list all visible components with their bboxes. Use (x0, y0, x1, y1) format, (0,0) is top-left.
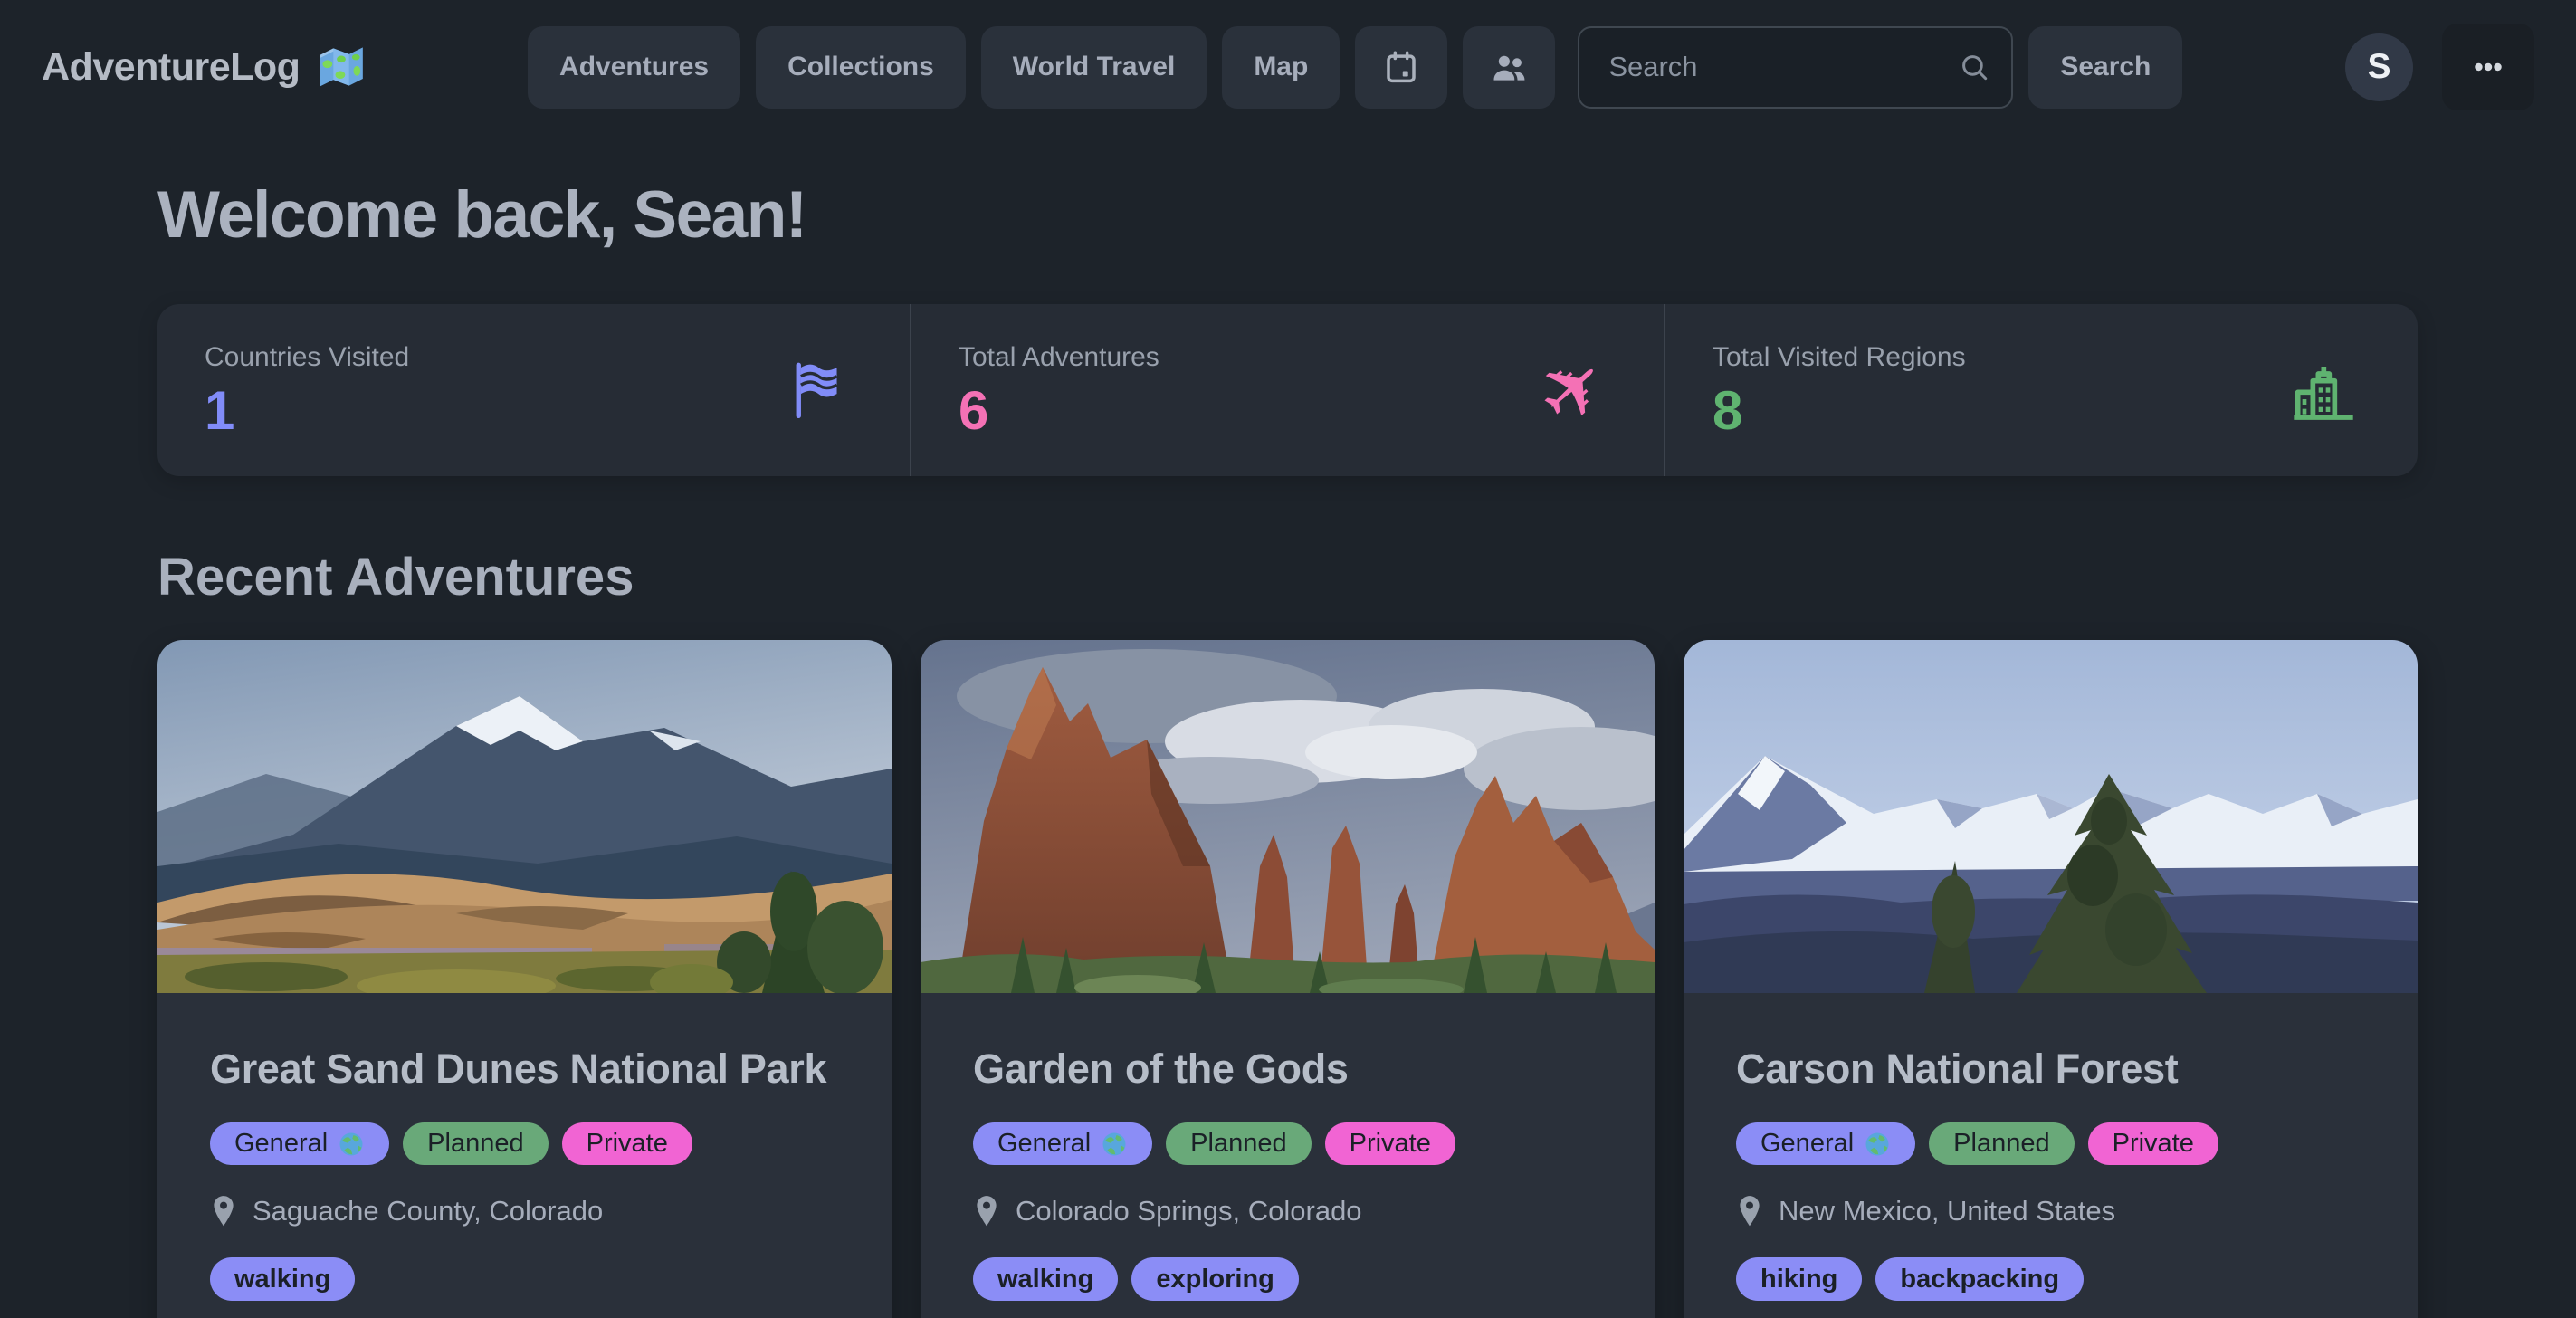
main-content: Welcome back, Sean! Countries Visited 1 … (157, 177, 2418, 1318)
location-pin-icon (1736, 1194, 1763, 1228)
tag-row: walking exploring (973, 1257, 1602, 1301)
activity-tag: walking (210, 1257, 355, 1301)
stat-value: 1 (205, 384, 409, 438)
calendar-button[interactable] (1355, 26, 1447, 109)
adventure-card[interactable]: Great Sand Dunes National Park General (157, 640, 892, 1318)
red-rock-spires-photo (921, 640, 1655, 993)
brand-name: AdventureLog (42, 45, 300, 90)
avatar[interactable]: S (2345, 33, 2413, 101)
location-row: New Mexico, United States (1736, 1194, 2365, 1228)
badge-row: General Planned Private (1736, 1122, 2365, 1165)
category-badge: General (1736, 1122, 1915, 1165)
sand-dunes-photo (157, 640, 892, 993)
stat-value: 8 (1713, 384, 1966, 438)
category-badge: General (210, 1122, 389, 1165)
visibility-badge: Private (562, 1122, 692, 1165)
status-badge: Planned (1929, 1122, 2074, 1165)
location-row: Colorado Springs, Colorado (973, 1194, 1602, 1228)
status-badge: Planned (403, 1122, 548, 1165)
brand[interactable]: AdventureLog (42, 45, 365, 90)
stat-total-adventures: Total Adventures 6 ✈ (910, 304, 1664, 476)
ellipsis-icon (2467, 46, 2509, 88)
card-body: Carson National Forest General (1684, 993, 2418, 1318)
visibility-badge: Private (1325, 1122, 1455, 1165)
stat-total-visited-regions: Total Visited Regions 8 (1664, 304, 2418, 476)
calendar-icon (1382, 48, 1420, 86)
badge-row: General Planned Private (210, 1122, 839, 1165)
search-box (1578, 26, 2013, 109)
flag-icon (783, 356, 852, 425)
activity-tag: hiking (1736, 1257, 1862, 1301)
welcome-heading: Welcome back, Sean! (157, 177, 2418, 253)
location-text: New Mexico, United States (1779, 1195, 2115, 1227)
globe-icon (1864, 1131, 1891, 1158)
location-text: Saguache County, Colorado (253, 1195, 603, 1227)
snowy-mountains-forest-photo (1684, 640, 2418, 993)
stats-panel: Countries Visited 1 Total Adventures 6 ✈ (157, 304, 2418, 476)
city-icon (2287, 354, 2360, 426)
recent-adventures-heading: Recent Adventures (157, 547, 2418, 607)
visibility-badge: Private (2088, 1122, 2218, 1165)
stat-title: Total Adventures (959, 342, 1159, 373)
users-button[interactable] (1463, 26, 1555, 109)
map-logo-icon (318, 45, 365, 89)
stat-title: Total Visited Regions (1713, 342, 1966, 373)
search-icon (1957, 50, 1991, 89)
adventure-title: Great Sand Dunes National Park (210, 1040, 839, 1097)
nav-cluster: Adventures Collections World Travel Map (528, 26, 2182, 109)
airplane-icon: ✈ (1541, 351, 1606, 429)
overflow-menu-button[interactable] (2442, 24, 2534, 110)
location-pin-icon (210, 1194, 237, 1228)
top-navbar: AdventureLog Adventures Collections Worl… (0, 0, 2576, 134)
nav-adventures-button[interactable]: Adventures (528, 26, 740, 109)
search-button[interactable]: Search (2028, 26, 2182, 109)
globe-icon (338, 1131, 365, 1158)
activity-tag: exploring (1131, 1257, 1299, 1301)
activity-tag: walking (973, 1257, 1118, 1301)
status-badge: Planned (1166, 1122, 1311, 1165)
tag-row: hiking backpacking (1736, 1257, 2365, 1301)
search-input[interactable] (1578, 26, 2013, 109)
adventure-cards: Great Sand Dunes National Park General (157, 640, 2418, 1318)
nav-map-button[interactable]: Map (1222, 26, 1340, 109)
adventure-card[interactable]: Garden of the Gods General (921, 640, 1655, 1318)
adventure-card[interactable]: Carson National Forest General (1684, 640, 2418, 1318)
adventure-title: Garden of the Gods (973, 1040, 1602, 1097)
category-badge: General (973, 1122, 1152, 1165)
card-body: Great Sand Dunes National Park General (157, 993, 892, 1318)
location-row: Saguache County, Colorado (210, 1194, 839, 1228)
globe-icon (1101, 1131, 1128, 1158)
adventure-title: Carson National Forest (1736, 1040, 2365, 1097)
nav-collections-button[interactable]: Collections (756, 26, 966, 109)
stat-countries-visited: Countries Visited 1 (157, 304, 910, 476)
card-body: Garden of the Gods General (921, 993, 1655, 1318)
tag-row: walking (210, 1257, 839, 1301)
location-pin-icon (973, 1194, 1000, 1228)
stat-title: Countries Visited (205, 342, 409, 373)
stat-value: 6 (959, 384, 1159, 438)
activity-tag: backpacking (1875, 1257, 2084, 1301)
nav-right: S (2345, 24, 2534, 110)
users-icon (1489, 47, 1529, 87)
nav-world-travel-button[interactable]: World Travel (981, 26, 1207, 109)
badge-row: General Planned Private (973, 1122, 1602, 1165)
location-text: Colorado Springs, Colorado (1016, 1195, 1362, 1227)
